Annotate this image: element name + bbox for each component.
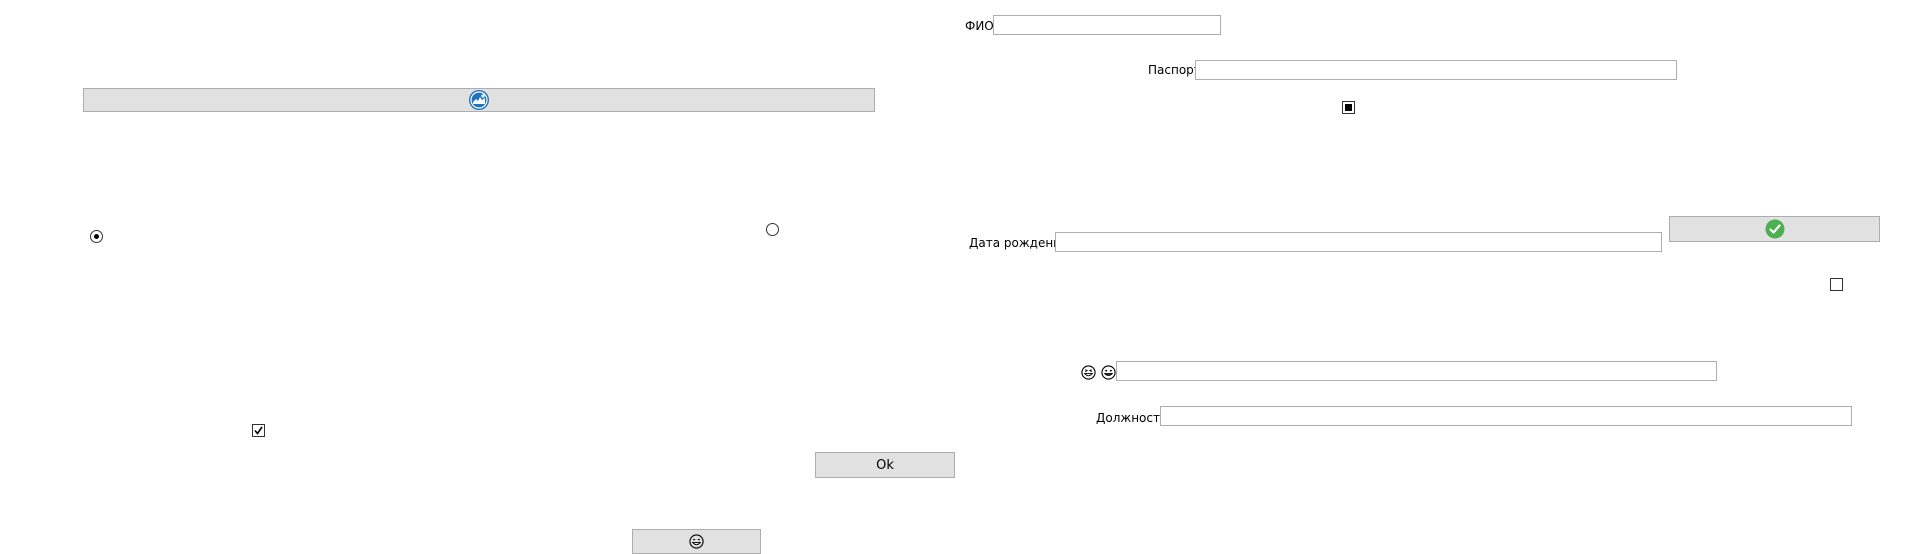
checkbox-right[interactable] [1830,278,1843,291]
ok-button-label: Ok [876,457,894,473]
emoji-field[interactable] [1116,361,1717,381]
emoji-button[interactable] [632,529,761,554]
radio-left[interactable] [90,230,103,243]
checkbox-bottom[interactable] [252,424,265,437]
blue-circle-logo-icon [468,89,490,111]
birth-date-label: Дата рождения [969,236,1069,250]
position-field[interactable] [1160,406,1852,426]
confirm-button[interactable] [1669,216,1880,242]
checkbox-top[interactable] [1342,101,1355,114]
laughing-face-icon [1081,365,1096,380]
grinning-face-icon [1101,365,1116,380]
green-check-circle-icon [1765,219,1785,239]
fio-field[interactable] [993,15,1221,35]
passport-label: Паспорт [1148,63,1201,77]
position-label: Должность [1096,411,1168,425]
emoji-face-icon [689,534,704,549]
ok-button[interactable]: Ok [815,452,955,478]
passport-field[interactable] [1195,60,1677,80]
fio-label: ФИО [965,19,994,33]
top-logo-button[interactable] [83,88,875,112]
birth-date-field[interactable] [1055,232,1662,252]
radio-right[interactable] [766,223,779,236]
